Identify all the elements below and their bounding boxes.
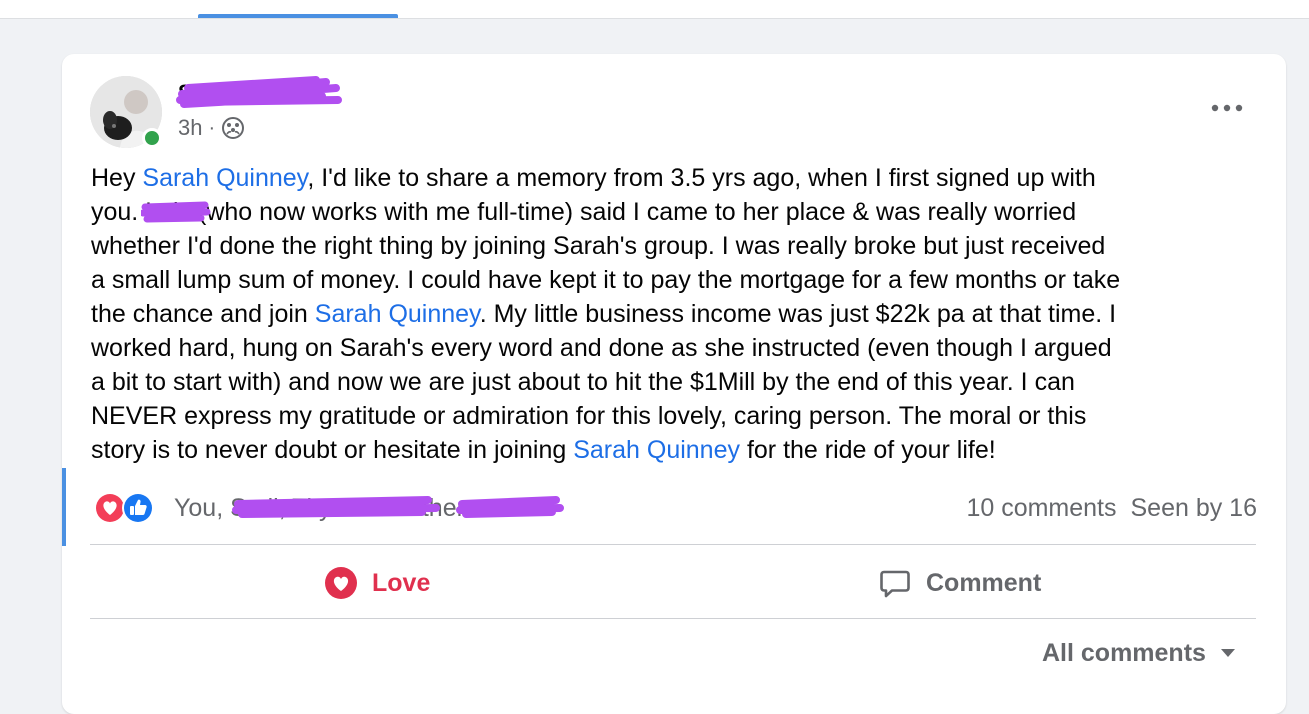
text-segment: whether I'd done the right thing by join… <box>91 232 1106 260</box>
post-text-line: Hey Sarah Quinney, I'd like to share a m… <box>91 161 1271 195</box>
post-text-line: worked hard, hung on Sarah's every word … <box>91 331 1271 365</box>
divider <box>90 544 1256 545</box>
redacted-name: Lois <box>141 195 211 229</box>
comments-filter-dropdown[interactable]: All comments <box>1042 636 1236 670</box>
reactions-summary: You, S ell, Ti y and 6 others 10 comment… <box>92 490 1257 526</box>
post-stats: 10 comments Seen by 16 <box>966 490 1257 526</box>
love-button[interactable]: Love <box>324 564 430 602</box>
comments-count-link[interactable]: 10 comments <box>966 490 1116 526</box>
text-segment: (who now works with me full-time) said I… <box>191 198 1077 226</box>
text-segment: . My little business income was just $22… <box>479 300 1117 328</box>
post-text-line: NEVER express my gratitude or admiration… <box>91 399 1271 433</box>
text-segment: Hey <box>91 164 143 192</box>
text-segment: the chance and join <box>91 300 315 328</box>
meta-separator: · <box>208 117 216 139</box>
post-body-text: Hey Sarah Quinney, I'd like to share a m… <box>91 161 1271 467</box>
more-options-button[interactable] <box>1207 94 1247 122</box>
comment-icon <box>880 570 910 598</box>
text-segment: for the ride of your life! <box>740 436 996 464</box>
online-status-indicator <box>142 128 162 148</box>
text-segment: a small lump sum of money. I could have … <box>91 266 1121 294</box>
mention-link[interactable]: Sarah Quinney <box>142 164 307 192</box>
seen-by-link[interactable]: Seen by 16 <box>1131 490 1258 526</box>
post-text-line: you. Lois (who now works with me full-ti… <box>91 195 1271 229</box>
reaction-icons[interactable] <box>92 490 162 526</box>
text-segment: , I'd like to share a memory from 3.5 yr… <box>307 164 1096 192</box>
text-segment: you. <box>91 198 146 226</box>
divider <box>90 618 1256 619</box>
mention-link[interactable]: Sarah Quinney <box>315 300 480 328</box>
text-segment: a bit to start with) and now we are just… <box>91 368 1075 396</box>
love-reaction-icon <box>325 567 357 599</box>
active-tab-indicator <box>198 14 398 18</box>
post-card: S EV 3h · Hey Sarah Quinney, I'd like to… <box>62 54 1286 714</box>
reacted-users[interactable]: You, S ell, Ti y and 6 others <box>174 490 564 526</box>
comment-button[interactable]: Comment <box>878 564 1041 602</box>
post-author-name[interactable]: S EV <box>176 76 342 108</box>
post-time[interactable]: 3h <box>178 114 202 142</box>
post-meta: 3h · <box>178 114 245 142</box>
more-options-icon <box>1211 104 1243 112</box>
chevron-down-icon <box>1220 649 1235 657</box>
group-icon <box>222 117 245 139</box>
unread-accent-bar <box>62 468 66 546</box>
post-text-line: a small lump sum of money. I could have … <box>91 263 1271 297</box>
comment-button-label: Comment <box>926 569 1042 597</box>
mention-link[interactable]: Sarah Quinney <box>573 436 740 464</box>
text-segment: NEVER express my gratitude or admiration… <box>91 402 1087 430</box>
comments-filter-label: All comments <box>1042 639 1206 667</box>
love-reaction-icon <box>94 492 126 524</box>
post-text-line: the chance and join Sarah Quinney. My li… <box>91 297 1271 331</box>
love-button-label: Love <box>372 569 431 597</box>
text-segment: story is to never doubt or hesitate in j… <box>91 436 574 464</box>
post-text-line: whether I'd done the right thing by join… <box>91 229 1271 263</box>
like-reaction-icon <box>122 492 154 524</box>
post-text-line: story is to never doubt or hesitate in j… <box>91 433 1271 467</box>
text-segment: worked hard, hung on Sarah's every word … <box>91 334 1112 362</box>
post-text-line: a bit to start with) and now we are just… <box>91 365 1271 399</box>
top-navigation-bar <box>0 0 1309 19</box>
